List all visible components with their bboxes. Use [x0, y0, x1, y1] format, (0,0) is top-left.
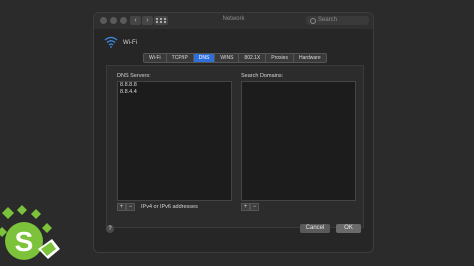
tab-hardware[interactable]: Hardware [294, 54, 326, 62]
dns-panel: DNS Servers: 8.8.8.8 8.8.4.4 + − IPv4 or… [106, 65, 364, 228]
dns-servers-label: DNS Servers: [117, 73, 151, 79]
address-hint: IPv4 or IPv6 addresses [141, 204, 198, 210]
add-dns-button[interactable]: + [117, 203, 126, 211]
tab-wifi[interactable]: Wi-Fi [144, 54, 167, 62]
search-field[interactable]: Search [306, 16, 369, 25]
logo-icon: S [0, 205, 60, 260]
remove-dns-button[interactable]: − [126, 203, 135, 211]
add-domain-button[interactable]: + [241, 203, 250, 211]
title-bar: ‹ › Network Search [94, 13, 373, 29]
svg-text:S: S [15, 226, 34, 257]
search-icon [310, 18, 316, 24]
search-placeholder: Search [318, 17, 338, 23]
help-icon[interactable]: ? [106, 225, 114, 233]
tab-wins[interactable]: WINS [215, 54, 240, 62]
tab-proxies[interactable]: Proxies [266, 54, 294, 62]
remove-domain-button[interactable]: − [250, 203, 259, 211]
search-domains-label: Search Domains: [241, 73, 284, 79]
list-item[interactable]: 8.8.4.4 [118, 89, 231, 96]
tab-8021x[interactable]: 802.1X [239, 54, 267, 62]
network-preferences-window: ‹ › Network Search Wi-Fi Wi-Fi TCP/IP DN… [93, 12, 374, 253]
search-domains-list[interactable] [241, 81, 356, 201]
tab-tcpip[interactable]: TCP/IP [167, 54, 194, 62]
domains-add-remove: + − [241, 203, 259, 211]
ok-button[interactable]: OK [336, 224, 361, 233]
dns-servers-list[interactable]: 8.8.8.8 8.8.4.4 [117, 81, 232, 201]
wifi-icon [104, 36, 118, 48]
dns-add-remove: + − [117, 203, 135, 211]
cancel-button[interactable]: Cancel [300, 224, 330, 233]
list-item[interactable]: 8.8.8.8 [118, 82, 231, 89]
tab-dns[interactable]: DNS [193, 54, 216, 62]
tab-bar: Wi-Fi TCP/IP DNS WINS 802.1X Proxies Har… [143, 53, 327, 63]
network-service-name: Wi-Fi [123, 40, 137, 46]
